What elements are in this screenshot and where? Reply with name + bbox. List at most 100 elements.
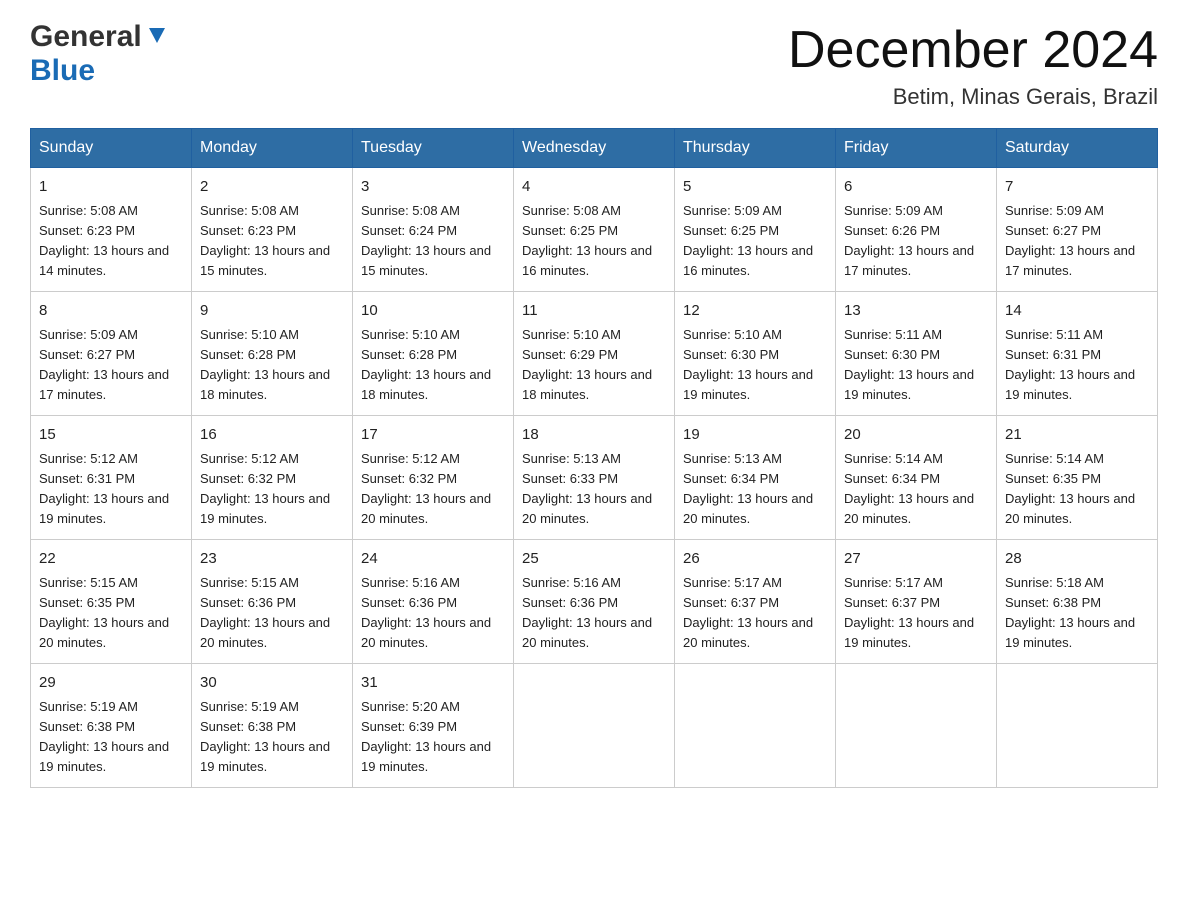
calendar-day-cell: 8Sunrise: 5:09 AMSunset: 6:27 PMDaylight… [31, 292, 192, 416]
day-number: 23 [200, 548, 344, 571]
day-info: Sunrise: 5:12 AMSunset: 6:31 PMDaylight:… [39, 449, 183, 530]
calendar-day-cell: 10Sunrise: 5:10 AMSunset: 6:28 PMDayligh… [353, 292, 514, 416]
day-number: 27 [844, 548, 988, 571]
calendar-day-cell: 31Sunrise: 5:20 AMSunset: 6:39 PMDayligh… [353, 664, 514, 788]
logo: General Blue [30, 20, 168, 88]
empty-cell [836, 664, 997, 788]
title-section: December 2024 Betim, Minas Gerais, Brazi… [788, 20, 1158, 110]
day-number: 21 [1005, 424, 1149, 447]
empty-cell [675, 664, 836, 788]
day-info: Sunrise: 5:11 AMSunset: 6:30 PMDaylight:… [844, 325, 988, 406]
day-info: Sunrise: 5:12 AMSunset: 6:32 PMDaylight:… [200, 449, 344, 530]
calendar-day-cell: 12Sunrise: 5:10 AMSunset: 6:30 PMDayligh… [675, 292, 836, 416]
calendar-day-cell: 21Sunrise: 5:14 AMSunset: 6:35 PMDayligh… [997, 416, 1158, 540]
day-info: Sunrise: 5:20 AMSunset: 6:39 PMDaylight:… [361, 697, 505, 778]
calendar-day-cell: 7Sunrise: 5:09 AMSunset: 6:27 PMDaylight… [997, 168, 1158, 292]
day-info: Sunrise: 5:17 AMSunset: 6:37 PMDaylight:… [844, 573, 988, 654]
day-number: 16 [200, 424, 344, 447]
day-number: 17 [361, 424, 505, 447]
calendar-day-cell: 29Sunrise: 5:19 AMSunset: 6:38 PMDayligh… [31, 664, 192, 788]
calendar-week-row: 15Sunrise: 5:12 AMSunset: 6:31 PMDayligh… [31, 416, 1158, 540]
day-info: Sunrise: 5:19 AMSunset: 6:38 PMDaylight:… [39, 697, 183, 778]
day-number: 18 [522, 424, 666, 447]
calendar-day-cell: 17Sunrise: 5:12 AMSunset: 6:32 PMDayligh… [353, 416, 514, 540]
day-info: Sunrise: 5:08 AMSunset: 6:25 PMDaylight:… [522, 201, 666, 282]
day-number: 15 [39, 424, 183, 447]
day-number: 30 [200, 672, 344, 695]
calendar-day-cell: 22Sunrise: 5:15 AMSunset: 6:35 PMDayligh… [31, 540, 192, 664]
day-info: Sunrise: 5:08 AMSunset: 6:23 PMDaylight:… [39, 201, 183, 282]
day-number: 4 [522, 176, 666, 199]
day-number: 5 [683, 176, 827, 199]
location-title: Betim, Minas Gerais, Brazil [788, 84, 1158, 110]
calendar-day-cell: 2Sunrise: 5:08 AMSunset: 6:23 PMDaylight… [192, 168, 353, 292]
day-info: Sunrise: 5:10 AMSunset: 6:28 PMDaylight:… [361, 325, 505, 406]
day-number: 25 [522, 548, 666, 571]
day-info: Sunrise: 5:08 AMSunset: 6:24 PMDaylight:… [361, 201, 505, 282]
day-number: 10 [361, 300, 505, 323]
calendar-day-cell: 15Sunrise: 5:12 AMSunset: 6:31 PMDayligh… [31, 416, 192, 540]
day-info: Sunrise: 5:09 AMSunset: 6:27 PMDaylight:… [39, 325, 183, 406]
month-title: December 2024 [788, 20, 1158, 80]
day-of-week-friday: Friday [836, 129, 997, 168]
day-info: Sunrise: 5:16 AMSunset: 6:36 PMDaylight:… [361, 573, 505, 654]
calendar-day-cell: 13Sunrise: 5:11 AMSunset: 6:30 PMDayligh… [836, 292, 997, 416]
day-info: Sunrise: 5:13 AMSunset: 6:33 PMDaylight:… [522, 449, 666, 530]
calendar-day-cell: 19Sunrise: 5:13 AMSunset: 6:34 PMDayligh… [675, 416, 836, 540]
day-number: 29 [39, 672, 183, 695]
day-info: Sunrise: 5:09 AMSunset: 6:25 PMDaylight:… [683, 201, 827, 282]
day-of-week-sunday: Sunday [31, 129, 192, 168]
day-number: 13 [844, 300, 988, 323]
day-info: Sunrise: 5:16 AMSunset: 6:36 PMDaylight:… [522, 573, 666, 654]
day-number: 3 [361, 176, 505, 199]
calendar-day-cell: 26Sunrise: 5:17 AMSunset: 6:37 PMDayligh… [675, 540, 836, 664]
calendar-day-cell: 14Sunrise: 5:11 AMSunset: 6:31 PMDayligh… [997, 292, 1158, 416]
day-number: 22 [39, 548, 183, 571]
calendar-day-cell: 4Sunrise: 5:08 AMSunset: 6:25 PMDaylight… [514, 168, 675, 292]
day-number: 14 [1005, 300, 1149, 323]
calendar-day-cell: 18Sunrise: 5:13 AMSunset: 6:33 PMDayligh… [514, 416, 675, 540]
logo-arrow-icon [146, 24, 168, 51]
day-number: 11 [522, 300, 666, 323]
day-number: 24 [361, 548, 505, 571]
calendar-day-cell: 9Sunrise: 5:10 AMSunset: 6:28 PMDaylight… [192, 292, 353, 416]
day-info: Sunrise: 5:18 AMSunset: 6:38 PMDaylight:… [1005, 573, 1149, 654]
logo-blue-text: Blue [30, 54, 95, 87]
calendar-day-cell: 6Sunrise: 5:09 AMSunset: 6:26 PMDaylight… [836, 168, 997, 292]
calendar-day-cell: 5Sunrise: 5:09 AMSunset: 6:25 PMDaylight… [675, 168, 836, 292]
day-of-week-wednesday: Wednesday [514, 129, 675, 168]
day-number: 6 [844, 176, 988, 199]
day-info: Sunrise: 5:14 AMSunset: 6:35 PMDaylight:… [1005, 449, 1149, 530]
day-info: Sunrise: 5:19 AMSunset: 6:38 PMDaylight:… [200, 697, 344, 778]
page-header: General Blue December 2024 Betim, Minas … [30, 20, 1158, 110]
day-info: Sunrise: 5:15 AMSunset: 6:36 PMDaylight:… [200, 573, 344, 654]
day-number: 26 [683, 548, 827, 571]
day-number: 28 [1005, 548, 1149, 571]
day-number: 20 [844, 424, 988, 447]
calendar-day-cell: 28Sunrise: 5:18 AMSunset: 6:38 PMDayligh… [997, 540, 1158, 664]
day-of-week-tuesday: Tuesday [353, 129, 514, 168]
logo-general-text: General [30, 20, 142, 54]
calendar-day-cell: 27Sunrise: 5:17 AMSunset: 6:37 PMDayligh… [836, 540, 997, 664]
calendar-week-row: 1Sunrise: 5:08 AMSunset: 6:23 PMDaylight… [31, 168, 1158, 292]
day-number: 7 [1005, 176, 1149, 199]
calendar-header-row: SundayMondayTuesdayWednesdayThursdayFrid… [31, 129, 1158, 168]
day-number: 12 [683, 300, 827, 323]
calendar-day-cell: 20Sunrise: 5:14 AMSunset: 6:34 PMDayligh… [836, 416, 997, 540]
calendar-week-row: 8Sunrise: 5:09 AMSunset: 6:27 PMDaylight… [31, 292, 1158, 416]
calendar-day-cell: 25Sunrise: 5:16 AMSunset: 6:36 PMDayligh… [514, 540, 675, 664]
day-number: 2 [200, 176, 344, 199]
calendar-day-cell: 1Sunrise: 5:08 AMSunset: 6:23 PMDaylight… [31, 168, 192, 292]
calendar-day-cell: 24Sunrise: 5:16 AMSunset: 6:36 PMDayligh… [353, 540, 514, 664]
calendar-day-cell: 11Sunrise: 5:10 AMSunset: 6:29 PMDayligh… [514, 292, 675, 416]
day-info: Sunrise: 5:09 AMSunset: 6:26 PMDaylight:… [844, 201, 988, 282]
day-info: Sunrise: 5:10 AMSunset: 6:28 PMDaylight:… [200, 325, 344, 406]
calendar-week-row: 22Sunrise: 5:15 AMSunset: 6:35 PMDayligh… [31, 540, 1158, 664]
day-number: 9 [200, 300, 344, 323]
day-number: 19 [683, 424, 827, 447]
calendar-day-cell: 30Sunrise: 5:19 AMSunset: 6:38 PMDayligh… [192, 664, 353, 788]
day-info: Sunrise: 5:12 AMSunset: 6:32 PMDaylight:… [361, 449, 505, 530]
day-number: 1 [39, 176, 183, 199]
calendar-table: SundayMondayTuesdayWednesdayThursdayFrid… [30, 128, 1158, 788]
day-info: Sunrise: 5:13 AMSunset: 6:34 PMDaylight:… [683, 449, 827, 530]
